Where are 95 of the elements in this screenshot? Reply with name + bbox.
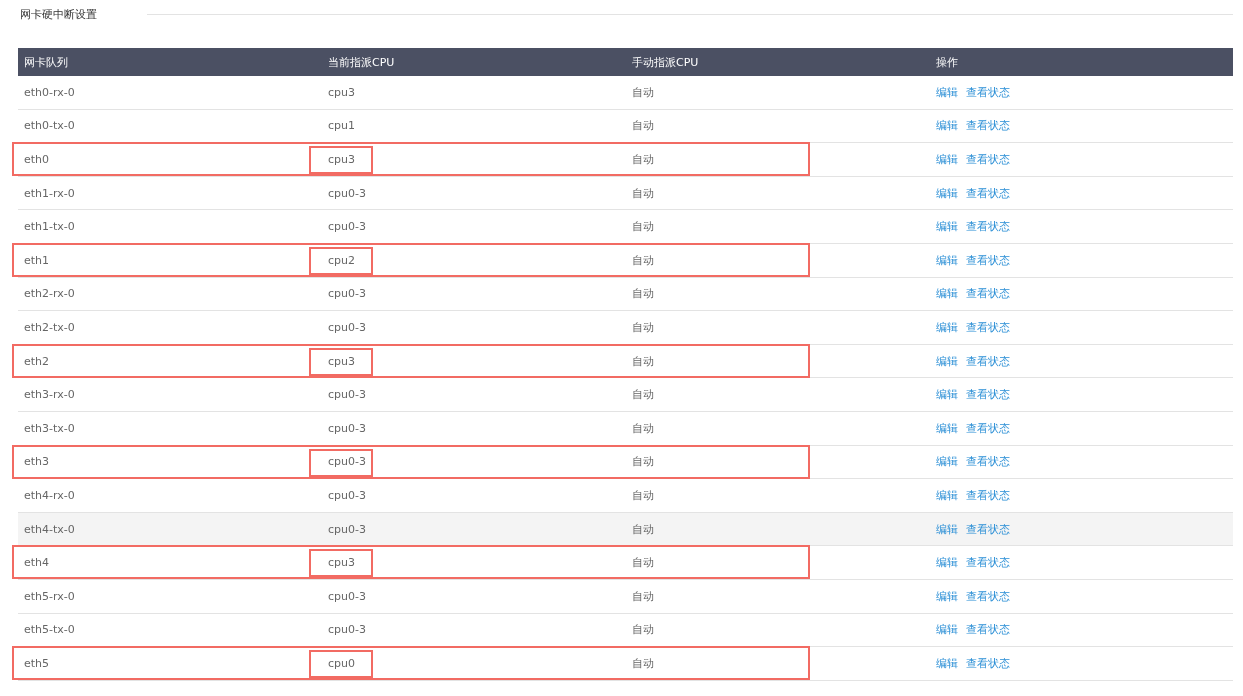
table-cell-text: cpu0-3 [327,589,366,603]
action-link[interactable]: 查看状态 [966,454,1010,470]
action-link[interactable]: 编辑 [936,252,958,268]
action-link[interactable]: 编辑 [936,655,958,671]
action-link[interactable]: 查看状态 [966,622,1010,638]
table-cell-text: cpu2 [327,253,355,267]
table-cell-text: eth0-tx-0 [23,119,75,133]
column-header: 当前指派CPU [327,54,396,70]
table-cell-text: eth3-rx-0 [23,388,75,402]
table-cell-text: cpu0-3 [327,220,366,234]
action-link[interactable]: 查看状态 [966,588,1010,604]
table-cell-text: cpu0-3 [327,287,366,301]
table-cell-text: 自动 [631,387,654,403]
table-cell-text: cpu0-3 [327,320,366,334]
table-cell-text: 自动 [631,521,654,537]
table-cell-text: 自动 [631,454,654,470]
table-cell-text: eth2 [23,354,50,368]
action-link[interactable]: 编辑 [936,521,958,537]
action-link[interactable]: 查看状态 [966,319,1010,335]
table-cell-text: 自动 [631,555,654,571]
table-cell-text: eth5 [23,656,50,670]
table-cell-text: cpu0-3 [327,623,366,637]
column-header: 网卡队列 [23,54,69,70]
action-link[interactable]: 编辑 [936,454,958,470]
action-link[interactable]: 编辑 [936,152,958,167]
action-link[interactable]: 编辑 [936,219,958,235]
table-cell-text: cpu0-3 [327,421,366,435]
table-cell-text: 自动 [631,219,654,235]
action-link[interactable]: 编辑 [936,118,958,134]
action-link[interactable]: 编辑 [936,286,958,302]
action-link[interactable]: 查看状态 [966,219,1010,235]
table-cell-text: eth0-rx-0 [23,85,75,99]
action-link[interactable]: 编辑 [936,555,958,571]
action-link[interactable]: 查看状态 [966,252,1010,268]
table-cell-text: cpu3 [327,556,355,570]
action-link[interactable]: 查看状态 [966,655,1010,671]
action-link[interactable]: 查看状态 [966,353,1010,369]
action-link[interactable]: 编辑 [936,319,958,335]
table-cell-text: eth4-tx-0 [23,522,75,536]
table-cell-text: 自动 [631,353,654,369]
table-cell-text: 自动 [631,420,654,436]
table-cell-text: eth0 [23,153,50,166]
action-link[interactable]: 编辑 [936,185,958,201]
table-cell-text: 自动 [631,622,654,638]
table-cell-text: cpu0-3 [327,522,366,536]
table-cell-text: eth1-rx-0 [23,186,75,200]
table-cell-text: 自动 [631,286,654,302]
table-cell-text: eth5-rx-0 [23,589,75,603]
table-cell-text: 自动 [631,252,654,268]
action-link[interactable]: 查看状态 [966,387,1010,403]
table-cell-text: eth5-tx-0 [23,623,75,637]
action-link[interactable]: 查看状态 [966,286,1010,302]
table-cell-text: cpu0-3 [327,488,366,502]
action-link[interactable]: 编辑 [936,588,958,604]
table-cell-text: cpu3 [327,153,355,166]
table-cell-text: eth3-tx-0 [23,421,75,435]
table-cell-text: 自动 [631,118,654,134]
table-cell-text: 自动 [631,84,654,100]
action-link[interactable]: 编辑 [936,353,958,369]
table-cell-text: cpu0-3 [327,388,366,402]
action-link[interactable]: 查看状态 [966,185,1010,201]
table-cell-text: 自动 [631,487,654,503]
table-cell-text: 自动 [631,152,654,167]
action-link[interactable]: 查看状态 [966,152,1010,167]
table-cell-text: cpu1 [327,119,355,133]
column-header: 操作 [935,54,959,70]
table-cell-text: cpu3 [327,85,355,99]
table-cell-text: eth2-tx-0 [23,320,75,334]
action-link[interactable]: 查看状态 [966,84,1010,100]
table-cell-text: 自动 [631,655,654,671]
section-title: 网卡硬中断设置 [19,6,97,22]
action-link[interactable]: 查看状态 [966,555,1010,571]
action-link[interactable]: 查看状态 [966,118,1010,134]
action-link[interactable]: 查看状态 [966,521,1010,537]
action-link[interactable]: 编辑 [936,387,958,403]
table-cell-text: eth1 [23,253,50,267]
table-cell-text: 自动 [631,185,654,201]
column-header: 手动指派CPU [631,54,700,70]
table-cell-text: cpu0-3 [327,186,366,200]
table-cell-text: cpu0-3 [327,455,366,469]
table-cell-text: 自动 [631,319,654,335]
action-link[interactable]: 编辑 [936,84,958,100]
action-link[interactable]: 编辑 [936,487,958,503]
table-cell-text: cpu3 [327,354,355,368]
action-link[interactable]: 查看状态 [966,487,1010,503]
table-cell-text: eth2-rx-0 [23,287,75,301]
action-link[interactable]: 查看状态 [966,420,1010,436]
table-cell-text: eth1-tx-0 [23,220,75,234]
table-cell-text: eth4 [23,556,50,570]
action-link[interactable]: 编辑 [936,420,958,436]
table-cell-text: eth3 [23,455,50,469]
table-cell-text: 自动 [631,588,654,604]
table-cell-text: cpu0 [327,656,355,670]
action-link[interactable]: 编辑 [936,622,958,638]
table-cell-text: eth4-rx-0 [23,488,75,502]
